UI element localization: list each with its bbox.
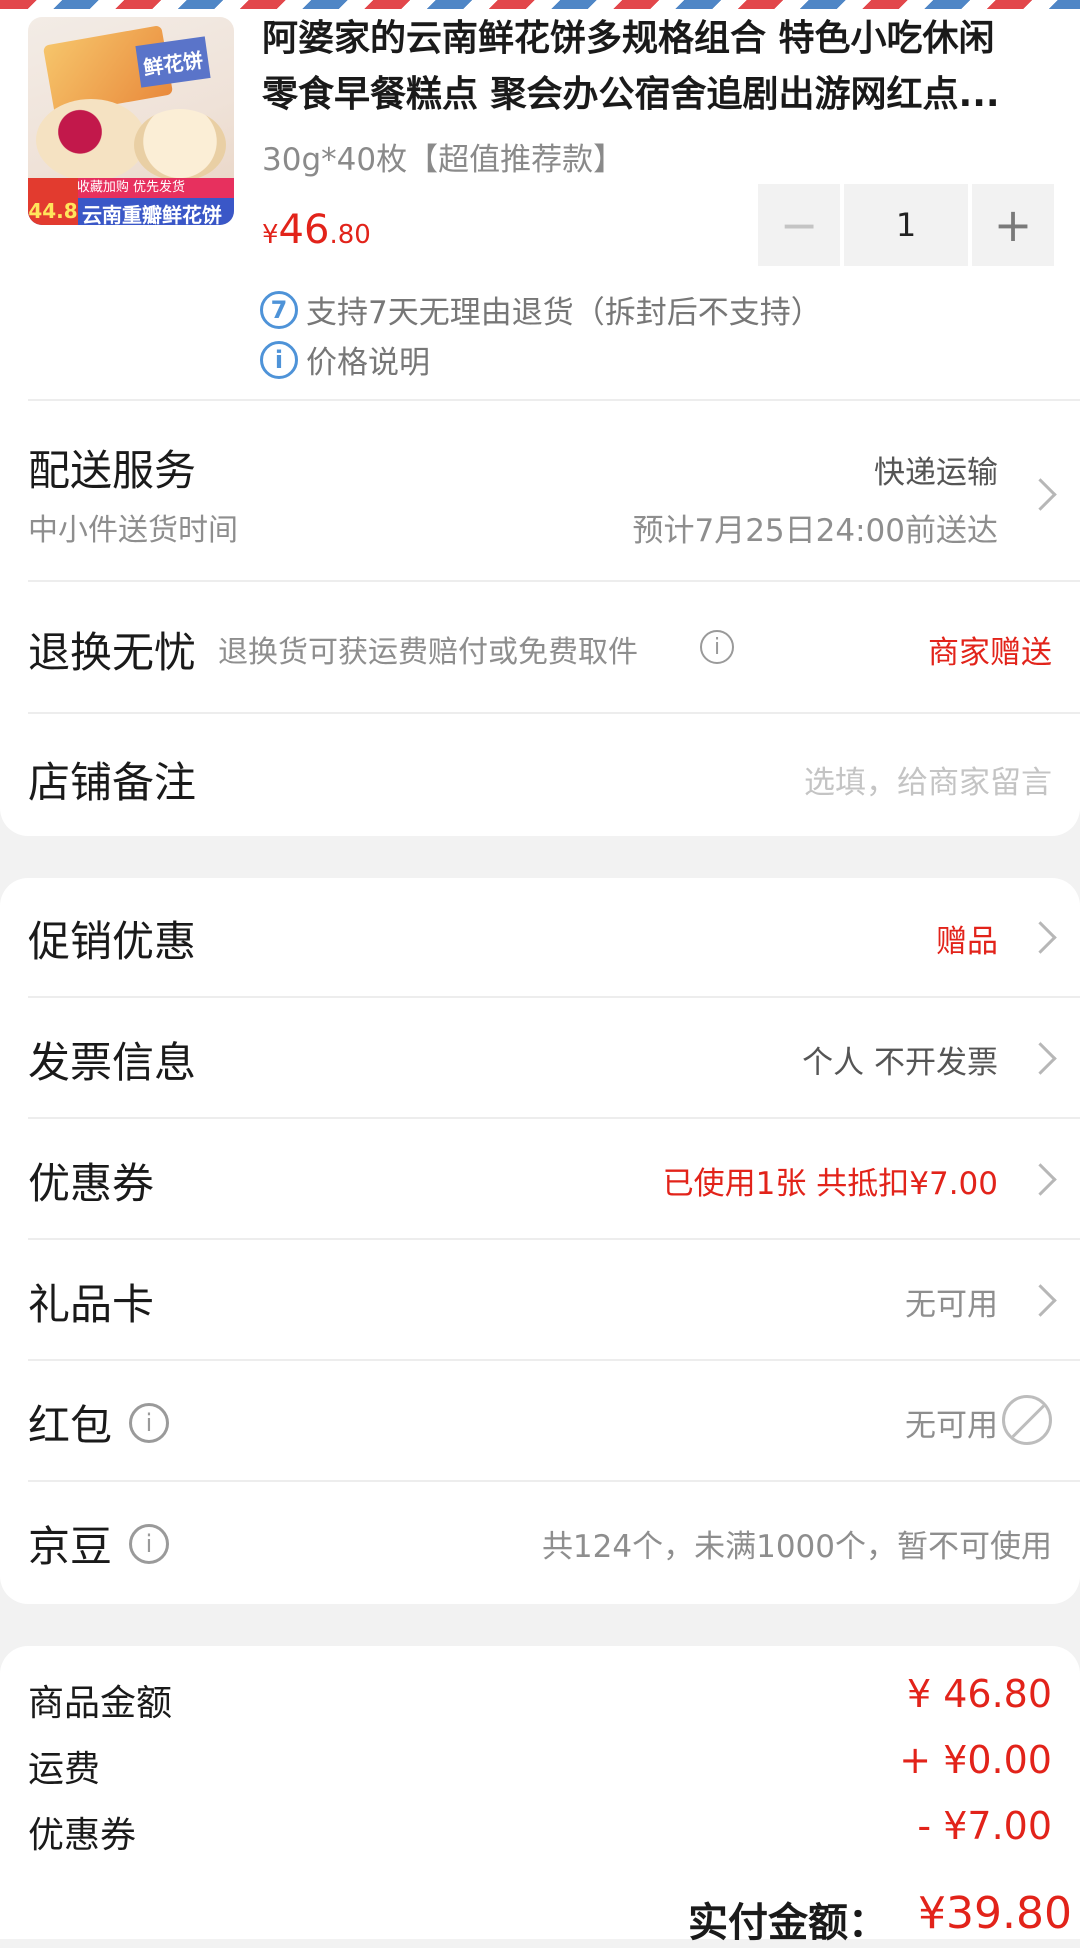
airmail-border xyxy=(0,0,1080,9)
store-note-input[interactable]: 选填，给商家留言 xyxy=(804,757,1052,802)
product-price: ¥46.80 xyxy=(262,207,371,253)
returns-value: 商家赠送 xyxy=(928,635,1052,671)
product-title[interactable]: 阿婆家的云南鲜花饼多规格组合 特色小吃休闲 零食早餐糕点 聚会办公宿舍追剧出游网… xyxy=(262,11,1052,123)
goods-amount-label: 商品金额 xyxy=(28,1683,173,1724)
coupon-discount-value: - ¥7.00 xyxy=(917,1804,1052,1848)
chevron-right-icon[interactable] xyxy=(1024,1284,1057,1317)
return-policy-text: 支持7天无理由退货（拆封后不支持） xyxy=(306,295,822,331)
quantity-input[interactable]: 1 xyxy=(844,184,968,266)
invoice-title: 发票信息 xyxy=(28,1038,197,1087)
thumb-cake-graphic xyxy=(36,99,146,181)
return-policy: 7 支持7天无理由退货（拆封后不支持） xyxy=(260,287,822,332)
divider xyxy=(28,1117,1080,1119)
info-icon: i xyxy=(260,340,298,379)
price-note-text: 价格说明 xyxy=(306,345,430,381)
giftcard-title: 礼品卡 xyxy=(28,1280,155,1329)
coupon-title: 优惠券 xyxy=(28,1159,155,1208)
product-title-line: 零食早餐糕点 聚会办公宿舍追剧出游网红点... xyxy=(262,74,1000,115)
returns-desc: 退换货可获运费赔付或免费取件 xyxy=(218,635,638,670)
delivery-eta: 预计7月25日24:00前送达 xyxy=(632,513,998,549)
order-options-card: 促销优惠 赠品 发票信息 个人 不开发票 优惠券 已使用1张 共抵扣¥7.00 … xyxy=(0,878,1080,1604)
quantity-stepper: − 1 + xyxy=(758,184,1054,266)
thumb-banner-text: 云南重瓣鲜花饼 xyxy=(82,203,222,225)
product-thumbnail[interactable]: 鲜花饼 收藏加购 优先发货 44.8 云南重瓣鲜花饼 xyxy=(28,17,234,225)
total-value: ¥39.80 xyxy=(918,1888,1072,1939)
divider xyxy=(28,1480,1080,1482)
chevron-right-icon[interactable] xyxy=(1024,1163,1057,1196)
jingdou-value: 共124个，未满1000个，暂不可使用 xyxy=(541,1529,1052,1565)
divider xyxy=(28,580,1080,582)
divider xyxy=(28,1238,1080,1240)
chevron-right-icon[interactable] xyxy=(1024,478,1057,511)
product-title-line: 阿婆家的云南鲜花饼多规格组合 特色小吃休闲 xyxy=(262,18,995,59)
divider xyxy=(28,996,1080,998)
thumb-price-tag: 44.8 xyxy=(28,178,78,225)
redpacket-value: 无可用 xyxy=(905,1408,998,1444)
price-note[interactable]: i 价格说明 xyxy=(260,337,430,382)
returns-title: 退换无忧 xyxy=(28,628,197,677)
price-currency: ¥ xyxy=(262,220,279,250)
info-icon[interactable]: i xyxy=(700,630,734,664)
invoice-value[interactable]: 个人 不开发票 xyxy=(802,1037,998,1082)
goods-amount-value: ¥ 46.80 xyxy=(906,1672,1052,1716)
delivery-title: 配送服务 xyxy=(28,446,197,495)
divider xyxy=(28,712,1080,714)
coupon-discount-label: 优惠券 xyxy=(28,1815,137,1856)
thumb-box-label: 鲜花饼 xyxy=(135,36,211,88)
chevron-right-icon[interactable] xyxy=(1024,1042,1057,1075)
product-spec[interactable]: 30g*40枚【超值推荐款】 xyxy=(262,134,624,179)
promotion-title: 促销优惠 xyxy=(28,917,197,966)
divider xyxy=(28,399,1080,401)
price-decimal: .80 xyxy=(329,220,371,250)
delivery-method[interactable]: 快递运输 xyxy=(874,447,998,492)
unavailable-icon xyxy=(1002,1395,1052,1445)
info-icon[interactable]: i xyxy=(129,1524,169,1564)
redpacket-title: 红包 xyxy=(28,1401,113,1450)
delivery-sub: 中小件送货时间 xyxy=(28,513,238,548)
info-icon[interactable]: i xyxy=(129,1403,169,1443)
jingdou-title: 京豆 xyxy=(28,1522,113,1571)
coupon-value[interactable]: 已使用1张 共抵扣¥7.00 xyxy=(663,1158,998,1203)
seven-day-return-icon: 7 xyxy=(260,290,298,329)
increase-button[interactable]: + xyxy=(972,184,1054,266)
order-item-card: 鲜花饼 收藏加购 优先发货 44.8 云南重瓣鲜花饼 阿婆家的云南鲜花饼多规格组… xyxy=(0,9,1080,836)
store-note-title: 店铺备注 xyxy=(28,758,197,807)
chevron-right-icon[interactable] xyxy=(1024,921,1057,954)
shipping-label: 运费 xyxy=(28,1749,101,1790)
promotion-value[interactable]: 赠品 xyxy=(936,916,998,961)
divider xyxy=(28,1359,1080,1361)
total-label: 实付金额： xyxy=(688,1900,888,1946)
decrease-button[interactable]: − xyxy=(758,184,840,266)
giftcard-value[interactable]: 无可用 xyxy=(905,1279,998,1324)
price-integer: 46 xyxy=(278,207,330,253)
thumb-cake-graphic xyxy=(134,109,226,181)
shipping-value: + ¥0.00 xyxy=(899,1738,1052,1782)
